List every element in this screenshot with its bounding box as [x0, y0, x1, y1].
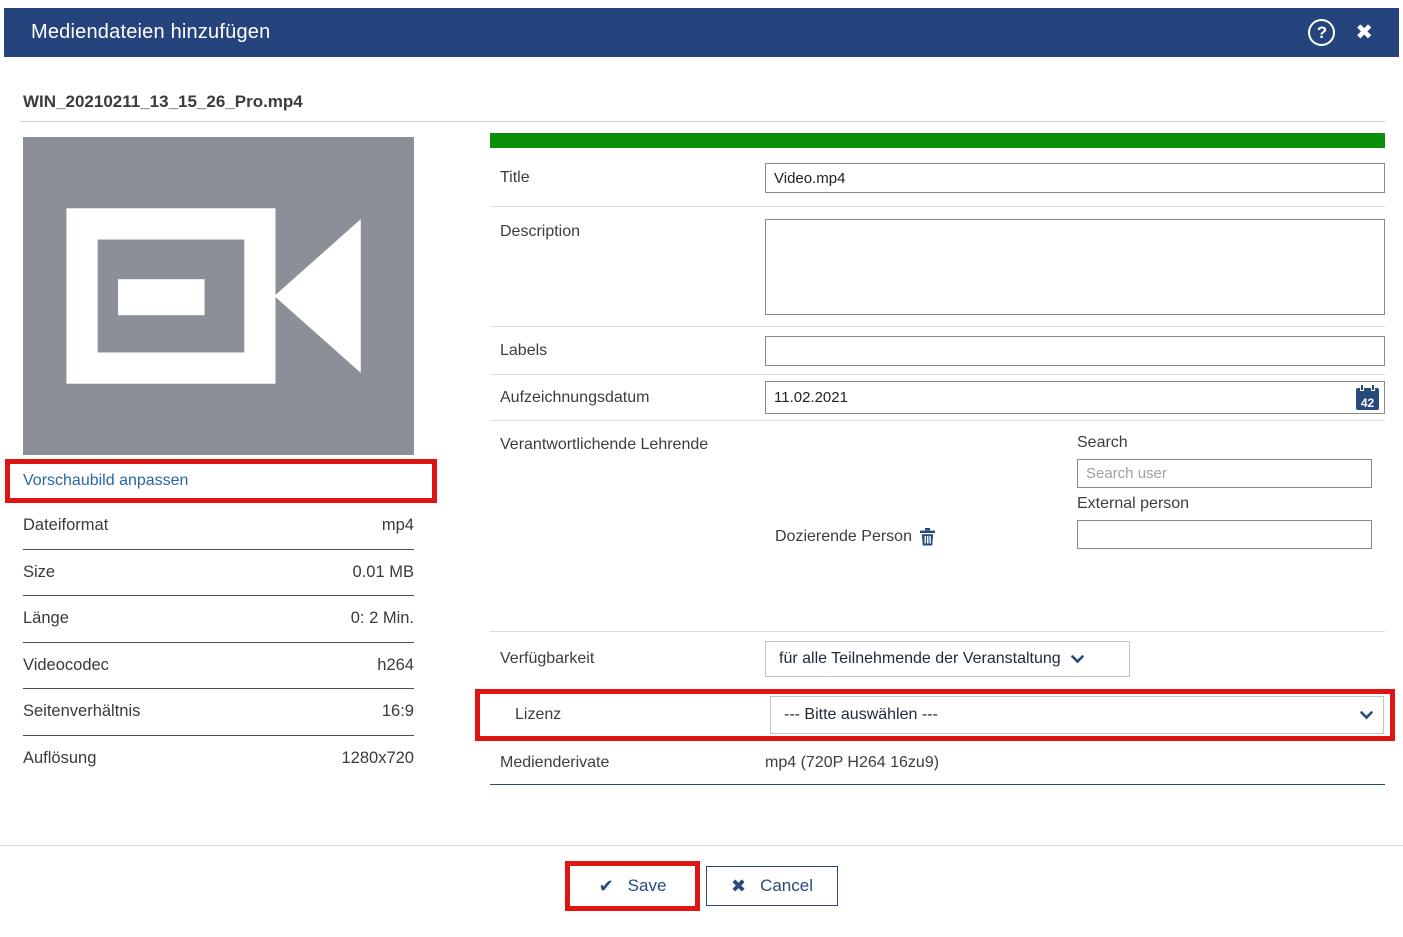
derivatives-label: Medienderivate: [490, 754, 765, 772]
info-label: Länge: [23, 609, 69, 628]
save-button[interactable]: ✔ Save: [599, 876, 667, 897]
info-label: Dateiformat: [23, 516, 108, 535]
search-label: Search: [1077, 434, 1372, 452]
search-user-input[interactable]: [1077, 459, 1372, 488]
person-search-block: Search External person: [1077, 421, 1372, 631]
lecturers-label: Verantwortlichende Lehrende: [490, 421, 765, 631]
description-label: Description: [490, 219, 765, 315]
person-name: Dozierende Person: [775, 528, 912, 546]
recording-date-row: Aufzeichnungsdatum 42: [490, 375, 1385, 421]
calendar-day: 42: [1361, 396, 1374, 410]
info-label: Auflösung: [23, 749, 96, 768]
availability-row: Verfügbarkeit für alle Teilnehmende der …: [490, 632, 1385, 686]
table-row: Dateiformat mp4: [23, 503, 414, 550]
license-label: Lizenz: [505, 706, 770, 724]
assigned-person: Dozierende Person: [765, 421, 1077, 631]
cancel-button[interactable]: ✖ Cancel: [706, 866, 838, 906]
lecturers-row: Verantwortlichende Lehrende Dozierende P…: [490, 421, 1385, 632]
availability-label: Verfügbarkeit: [490, 650, 765, 668]
cancel-button-label: Cancel: [760, 876, 813, 896]
video-camera-icon: [58, 190, 380, 402]
external-person-label: External person: [1077, 495, 1372, 513]
table-row: Länge 0: 2 Min.: [23, 596, 414, 643]
labels-label: Labels: [490, 342, 765, 360]
info-label: Videocodec: [23, 656, 109, 675]
dialog-title: Mediendateien hinzufügen: [4, 21, 270, 44]
video-thumbnail[interactable]: [23, 137, 414, 455]
table-row: Seitenverhältnis 16:9: [23, 689, 414, 736]
calendar-icon[interactable]: 42: [1356, 388, 1379, 410]
info-value: 16:9: [382, 702, 414, 721]
date-input-wrap: 42: [765, 381, 1385, 414]
recording-date-label: Aufzeichnungsdatum: [490, 389, 765, 407]
title-row: Title: [490, 150, 1385, 207]
filename-divider: [20, 121, 1385, 122]
preview-link-highlight: Vorschaubild anpassen: [5, 459, 437, 503]
license-value: --- Bitte auswählen ---: [784, 706, 938, 724]
footer-divider: [0, 845, 1403, 846]
table-row: Size 0.01 MB: [23, 550, 414, 597]
close-icon[interactable]: ✖: [1355, 22, 1373, 43]
checkmark-icon: ✔: [599, 876, 614, 897]
file-info-table: Dateiformat mp4 Size 0.01 MB Länge 0: 2 …: [23, 503, 414, 782]
save-button-highlight: ✔ Save: [565, 861, 700, 911]
info-value: h264: [377, 656, 414, 675]
form-column: Title Description Labels Aufzeichnungsda…: [490, 133, 1385, 785]
info-value: mp4: [382, 516, 414, 535]
save-button-label: Save: [628, 876, 667, 896]
recording-date-input[interactable]: [766, 389, 1356, 406]
info-value: 1280x720: [342, 749, 415, 768]
x-icon: ✖: [731, 876, 746, 897]
info-value: 0: 2 Min.: [351, 609, 414, 628]
table-row: Auflösung 1280x720: [23, 736, 414, 783]
title-input[interactable]: [765, 163, 1385, 193]
action-buttons: ✔ Save ✖ Cancel: [0, 861, 1403, 911]
info-value: 0.01 MB: [353, 563, 414, 582]
availability-value: für alle Teilnehmende der Veranstaltung: [779, 650, 1061, 668]
header-icons: ? ✖: [1308, 19, 1399, 46]
external-person-input[interactable]: [1077, 520, 1372, 549]
trash-icon[interactable]: [920, 528, 935, 546]
availability-select[interactable]: für alle Teilnehmende der Veranstaltung: [765, 641, 1130, 677]
license-row-highlight: Lizenz --- Bitte auswählen ---: [475, 689, 1395, 741]
labels-row: Labels: [490, 327, 1385, 375]
chevron-down-icon: [1360, 711, 1373, 720]
description-row: Description: [490, 207, 1385, 327]
labels-input[interactable]: [765, 336, 1385, 366]
derivatives-value: mp4 (720P H264 16zu9): [765, 754, 939, 772]
title-label: Title: [490, 169, 765, 187]
dialog-header: Mediendateien hinzufügen ? ✖: [4, 8, 1399, 57]
license-select[interactable]: --- Bitte auswählen ---: [770, 696, 1384, 734]
info-label: Size: [23, 563, 55, 582]
upload-progress-bar: [490, 133, 1385, 148]
derivatives-row: Medienderivate mp4 (720P H264 16zu9): [490, 741, 1385, 785]
file-name-heading: WIN_20210211_13_15_26_Pro.mp4: [23, 92, 303, 112]
description-textarea[interactable]: [765, 219, 1385, 315]
info-label: Seitenverhältnis: [23, 702, 140, 721]
adjust-preview-link[interactable]: Vorschaubild anpassen: [10, 472, 188, 490]
help-icon[interactable]: ?: [1308, 19, 1335, 46]
table-row: Videocodec h264: [23, 643, 414, 690]
chevron-down-icon: [1071, 655, 1084, 664]
